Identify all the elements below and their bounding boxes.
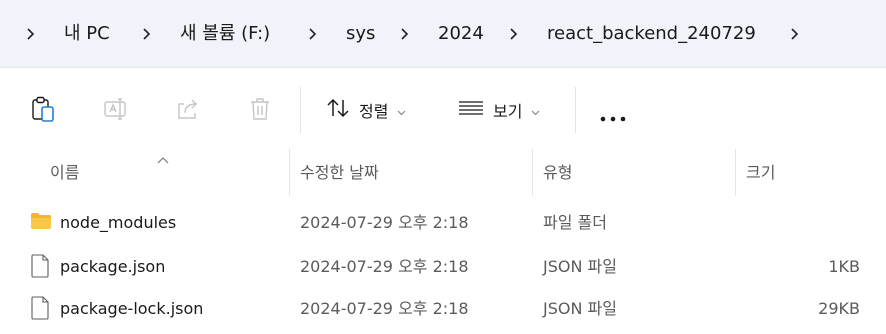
- file-row[interactable]: package.json 2024-07-29 오후 2:18 JSON 파일 …: [0, 246, 886, 287]
- column-header-date[interactable]: 수정한 날짜: [300, 149, 520, 196]
- chevron-down-icon: [397, 101, 406, 120]
- chevron-right-icon[interactable]: [507, 20, 521, 48]
- chevron-right-icon[interactable]: [788, 20, 802, 48]
- column-header-type[interactable]: 유형: [543, 149, 723, 196]
- chevron-right-icon[interactable]: [140, 20, 154, 48]
- column-header-size[interactable]: 크기: [746, 149, 866, 196]
- sort-button[interactable]: 정렬: [326, 97, 406, 123]
- column-divider[interactable]: [289, 149, 290, 196]
- file-date: 2024-07-29 오후 2:18: [300, 213, 469, 232]
- rename-icon: [103, 96, 129, 126]
- file-type: JSON 파일: [543, 299, 617, 318]
- file-row[interactable]: node_modules 2024-07-29 오후 2:18 파일 폴더: [0, 202, 886, 243]
- file-type: JSON 파일: [543, 257, 617, 276]
- more-icon: [600, 107, 626, 126]
- sort-icon: [326, 97, 350, 123]
- delete-button[interactable]: [248, 96, 272, 126]
- file-date: 2024-07-29 오후 2:18: [300, 299, 469, 318]
- toolbar-divider: [300, 87, 301, 133]
- file-icon: [30, 254, 50, 282]
- chevron-right-icon[interactable]: [306, 20, 320, 48]
- file-row[interactable]: package-lock.json 2024-07-29 오후 2:18 JSO…: [0, 288, 886, 329]
- file-icon: [30, 296, 50, 324]
- chevron-right-icon[interactable]: [398, 20, 412, 48]
- share-button[interactable]: [175, 96, 201, 126]
- view-label: 보기: [493, 102, 523, 121]
- rename-button[interactable]: [103, 96, 129, 126]
- column-divider[interactable]: [735, 149, 736, 196]
- file-date: 2024-07-29 오후 2:18: [300, 257, 469, 276]
- breadcrumb-item-folder[interactable]: react_backend_240729: [547, 20, 756, 48]
- chevron-right-icon[interactable]: [24, 20, 38, 48]
- breadcrumb-item-volume[interactable]: 새 볼륨 (F:): [180, 20, 270, 48]
- chevron-down-icon: [531, 101, 540, 120]
- file-name: package-lock.json: [60, 299, 204, 318]
- breadcrumb-item-sys[interactable]: sys: [346, 20, 375, 48]
- trash-icon: [248, 96, 272, 126]
- file-type: 파일 폴더: [543, 213, 607, 232]
- column-divider[interactable]: [532, 149, 533, 196]
- sort-label: 정렬: [359, 102, 389, 121]
- breadcrumb-item-my-pc[interactable]: 내 PC: [64, 20, 110, 48]
- column-header: 이름 수정한 날짜 유형 크기: [0, 149, 886, 196]
- column-header-name[interactable]: 이름: [50, 149, 280, 196]
- file-size: 29KB: [818, 299, 860, 318]
- breadcrumb-item-2024[interactable]: 2024: [438, 20, 484, 48]
- file-name: package.json: [60, 257, 166, 276]
- share-icon: [175, 96, 201, 126]
- clipboard-icon: [31, 96, 55, 126]
- folder-icon: [30, 211, 52, 235]
- view-list-icon: [458, 97, 484, 123]
- more-button[interactable]: [600, 107, 626, 126]
- view-button[interactable]: 보기: [458, 97, 540, 123]
- command-bar: 정렬 보기: [0, 69, 886, 149]
- file-size: 1KB: [828, 257, 860, 276]
- toolbar-divider: [575, 87, 576, 133]
- address-bar[interactable]: 내 PC 새 볼륨 (F:) sys 2024 react_backend_24…: [0, 0, 886, 68]
- paste-button[interactable]: [31, 96, 55, 126]
- file-name: node_modules: [60, 213, 177, 232]
